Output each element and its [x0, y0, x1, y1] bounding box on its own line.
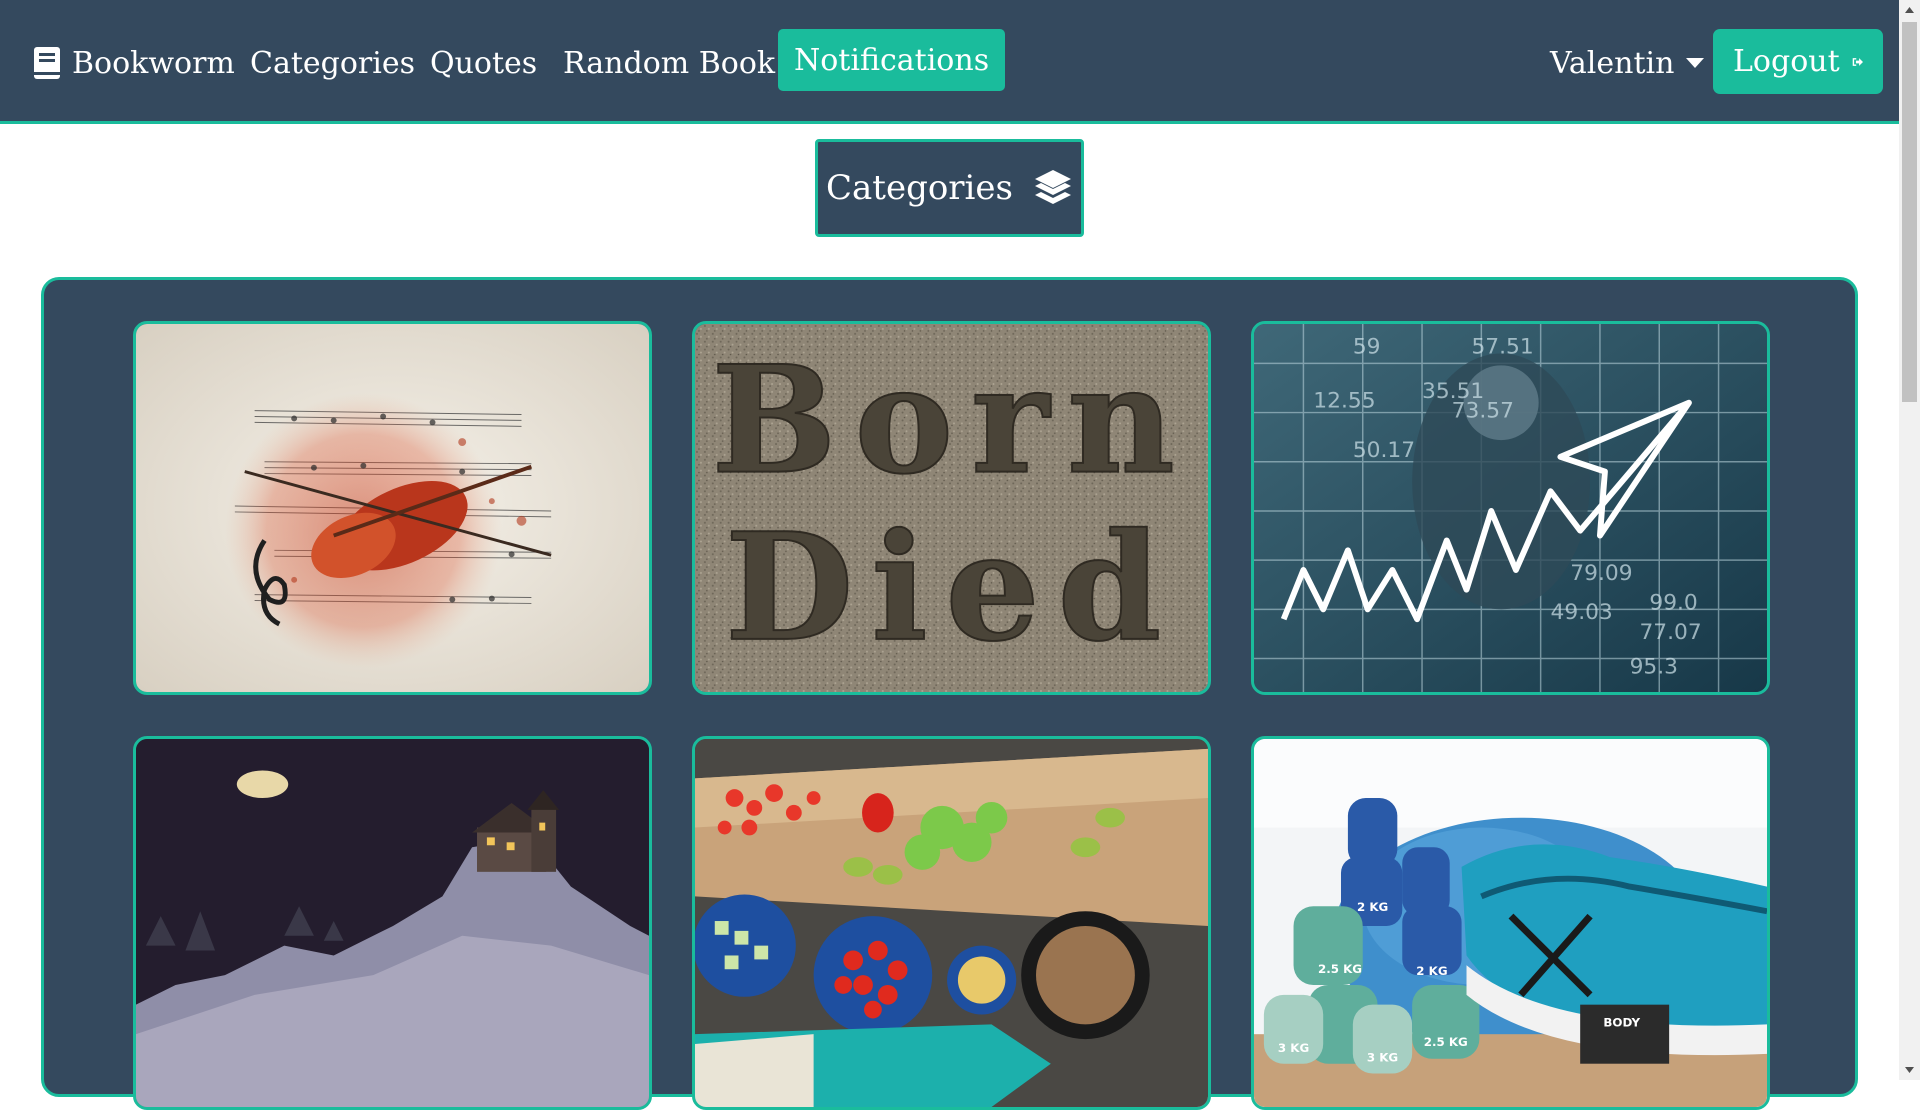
weight-label: 3 KG: [1278, 1041, 1309, 1055]
brand-link[interactable]: Bookworm: [34, 34, 235, 92]
weight-label: 2.5 KG: [1318, 962, 1362, 976]
chart-number: 77.07: [1639, 620, 1701, 645]
engraving-line2: Died: [725, 500, 1179, 674]
weight-label: 2 KG: [1416, 964, 1447, 978]
engraving-line1: Born: [711, 333, 1192, 507]
chart-number: 95.3: [1630, 654, 1678, 679]
user-dropdown[interactable]: Valentin: [1550, 34, 1705, 92]
weight-label: 2 KG: [1357, 900, 1388, 914]
category-card-biography[interactable]: Born Died: [692, 321, 1211, 695]
sign-out-icon: [1852, 57, 1863, 66]
business-chart-image: 59 57.51 12.55 35.51 73.57 50.17 79.09 9…: [1254, 324, 1767, 692]
notifications-button[interactable]: Notifications: [778, 29, 1006, 91]
category-card-fitness[interactable]: 2 KG 2.5 KG 2 KG 3 KG 3 KG 2.5 KG BODY: [1251, 736, 1770, 1110]
chart-number: 99.0: [1649, 590, 1697, 615]
user-name: Valentin: [1550, 45, 1675, 81]
logout-label: Logout: [1733, 44, 1840, 79]
layers-icon: [1035, 170, 1071, 204]
page-scrollbar[interactable]: [1899, 0, 1920, 1080]
brand-label: Bookworm: [72, 45, 235, 81]
categories-heading-label: Categories: [826, 168, 1013, 208]
scroll-up-arrow-icon[interactable]: [1899, 0, 1920, 20]
nav-categories[interactable]: Categories: [250, 34, 415, 92]
category-card-music[interactable]: [133, 321, 652, 695]
chart-number: 79.09: [1570, 561, 1632, 586]
scrollbar-thumb[interactable]: [1902, 22, 1917, 402]
category-card-business[interactable]: 59 57.51 12.55 35.51 73.57 50.17 79.09 9…: [1251, 321, 1770, 695]
top-navbar: Bookworm Categories Quotes Random Book N…: [0, 0, 1899, 124]
category-card-horror[interactable]: [133, 736, 652, 1110]
night-castle-image: [136, 739, 649, 1107]
chart-number: 49.03: [1551, 600, 1613, 625]
logout-button[interactable]: Logout: [1713, 29, 1883, 94]
chart-number: 73.57: [1452, 399, 1514, 424]
stone-engraving-image: Born Died: [695, 324, 1208, 692]
weight-label: 2.5 KG: [1424, 1035, 1468, 1049]
category-card-cooking[interactable]: [692, 736, 1211, 1110]
chart-number: 59: [1353, 335, 1381, 360]
caret-down-icon: [1686, 58, 1705, 68]
scroll-down-arrow-icon[interactable]: [1899, 1060, 1920, 1080]
chart-number: 50.17: [1353, 438, 1415, 463]
shoe-label: BODY: [1603, 1015, 1640, 1029]
music-image: [136, 324, 649, 692]
cooking-image: [695, 739, 1208, 1107]
categories-grid: Born Died 59 57.51 12.55 35.51 73.57 50.…: [41, 277, 1858, 1110]
weight-label: 3 KG: [1367, 1051, 1398, 1065]
categories-heading: Categories: [815, 139, 1084, 237]
chart-number: 12.55: [1313, 389, 1375, 414]
nav-random-book[interactable]: Random Book: [563, 34, 775, 92]
nav-quotes[interactable]: Quotes: [430, 34, 537, 92]
fitness-image: 2 KG 2.5 KG 2 KG 3 KG 3 KG 2.5 KG BODY: [1254, 739, 1767, 1107]
book-icon: [34, 47, 60, 79]
chart-number: 57.51: [1471, 335, 1533, 360]
